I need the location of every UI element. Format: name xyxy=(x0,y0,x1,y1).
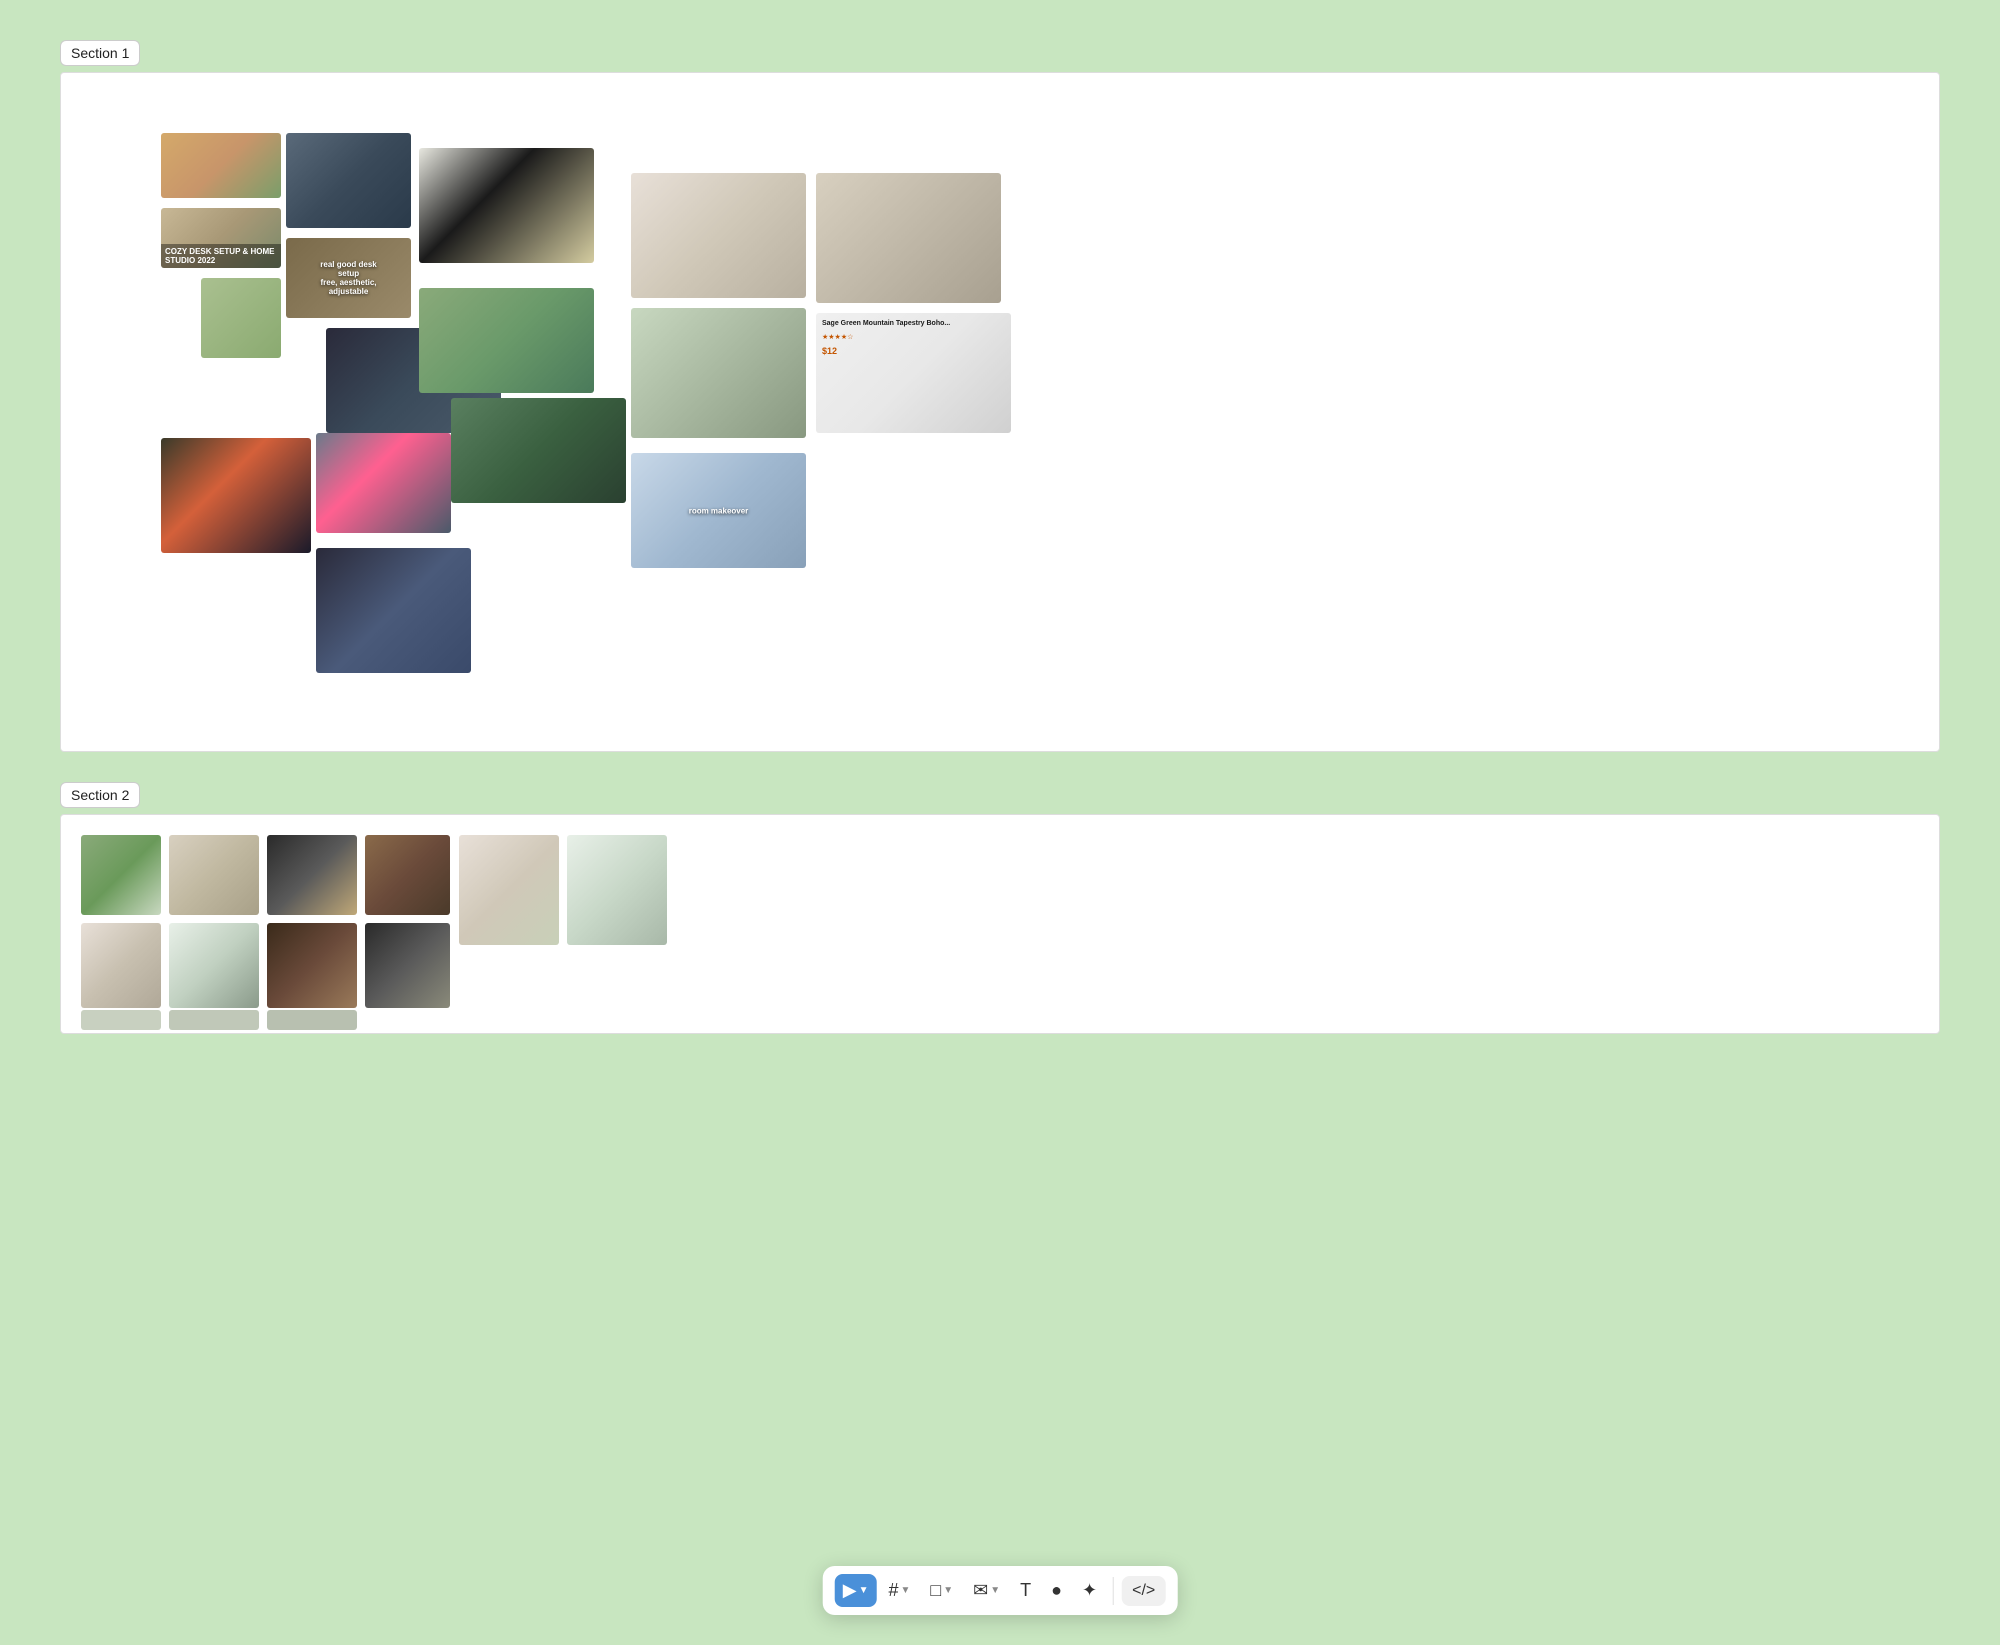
section-2-canvas[interactable] xyxy=(60,814,1940,1034)
frame-icon: # xyxy=(888,1580,898,1601)
pen-tool-button[interactable]: ✉ ▼ xyxy=(965,1574,1008,1607)
image-desk-monitor-dark[interactable] xyxy=(286,133,411,228)
plugins-icon: ✦ xyxy=(1082,1580,1097,1601)
image-bedroom-minimal[interactable] xyxy=(816,173,1001,303)
section-2-label: Section 2 xyxy=(60,782,140,808)
text-icon: T xyxy=(1020,1580,1031,1601)
section-2-wrapper: Section 2 xyxy=(60,782,1940,1034)
select-caret: ▼ xyxy=(859,1585,869,1596)
image-living-chair[interactable] xyxy=(267,835,357,915)
image-desk-text-overlay[interactable]: real good desk setupfree, aesthetic, adj… xyxy=(286,238,411,318)
image-living-sofa[interactable] xyxy=(169,835,259,915)
comment-tool-button[interactable]: ● xyxy=(1043,1574,1070,1607)
image-desk-sticky[interactable] xyxy=(201,278,281,358)
image-desk-bright[interactable]: COZY DESK SETUP & HOME STUDIO 2022 xyxy=(161,208,281,268)
image-text-real-good: real good desk setupfree, aesthetic, adj… xyxy=(317,260,380,296)
image-desk-dual-monitor[interactable] xyxy=(316,433,451,533)
image-living-extra3[interactable] xyxy=(267,1010,357,1030)
image-desk-plant-setup[interactable] xyxy=(451,398,626,503)
image-desk-wooden[interactable] xyxy=(161,133,281,198)
rect-icon: □ xyxy=(930,1580,941,1601)
image-living-dark2[interactable] xyxy=(365,923,450,1008)
image-living-bright[interactable] xyxy=(567,835,667,945)
image-living-fireplace[interactable] xyxy=(81,923,161,1008)
image-desk-gaming[interactable] xyxy=(316,548,471,673)
shape-caret: ▼ xyxy=(943,1585,953,1596)
shape-tool-button[interactable]: □ ▼ xyxy=(922,1574,961,1607)
cursor-icon: ▶ xyxy=(843,1580,857,1601)
image-room-text: room makeover xyxy=(689,506,749,515)
image-living-dark[interactable] xyxy=(365,835,450,915)
image-desk-dark-left[interactable] xyxy=(161,438,311,553)
section-1-canvas[interactable]: COZY DESK SETUP & HOME STUDIO 2022 real … xyxy=(60,72,1940,752)
image-living-extra2[interactable] xyxy=(169,1010,259,1030)
image-bedroom-green[interactable] xyxy=(631,308,806,438)
image-living-forest[interactable] xyxy=(81,835,161,915)
frame-tool-button[interactable]: # ▼ xyxy=(880,1574,918,1607)
image-living-modern[interactable] xyxy=(267,923,357,1008)
image-desk-large-plant[interactable] xyxy=(419,148,594,263)
image-desk-monitor-green[interactable] xyxy=(419,288,594,393)
text-tool-button[interactable]: T xyxy=(1012,1574,1039,1607)
image-living-round[interactable] xyxy=(169,923,259,1008)
image-amazon-product[interactable]: Sage Green Mountain Tapestry Boho... ★★★… xyxy=(816,313,1011,433)
toolbar: ▶ ▼ # ▼ □ ▼ ✉ ▼ T ● ✦ </> xyxy=(823,1566,1178,1615)
section-1-wrapper: Section 1 COZY DESK SETUP & HOME STUDIO … xyxy=(60,40,1940,752)
image-overlay-text: COZY DESK SETUP & HOME STUDIO 2022 xyxy=(161,244,281,268)
image-room-makeover[interactable]: room makeover xyxy=(631,453,806,568)
select-tool-button[interactable]: ▶ ▼ xyxy=(835,1574,877,1607)
section-1-label: Section 1 xyxy=(60,40,140,66)
pen-caret: ▼ xyxy=(990,1585,1000,1596)
pen-icon: ✉ xyxy=(973,1580,988,1601)
plugins-tool-button[interactable]: ✦ xyxy=(1074,1574,1105,1607)
code-panel-button[interactable]: </> xyxy=(1122,1576,1165,1606)
toolbar-divider xyxy=(1113,1577,1114,1605)
comment-icon: ● xyxy=(1051,1580,1062,1601)
image-bedroom-boho[interactable] xyxy=(631,173,806,298)
image-living-eames[interactable] xyxy=(459,835,559,945)
code-icon: </> xyxy=(1132,1582,1155,1599)
frame-caret: ▼ xyxy=(900,1585,910,1596)
image-living-extra1[interactable] xyxy=(81,1010,161,1030)
